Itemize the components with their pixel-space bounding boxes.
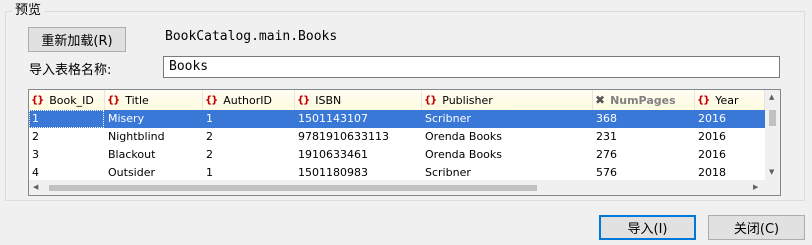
column-header-book-id[interactable]: {} Book_ID	[29, 90, 105, 110]
column-header-label: NumPages	[610, 93, 676, 107]
brace-icon: {}	[297, 94, 310, 106]
import-button[interactable]: 导入(I)	[599, 215, 696, 240]
close-button[interactable]: 关闭(C)	[708, 215, 805, 240]
column-header-label: Title	[125, 93, 149, 107]
preview-group-title: 预览	[12, 3, 45, 19]
brace-icon: {}	[31, 94, 44, 106]
cell-title[interactable]: Nightblind	[105, 128, 165, 146]
cell-book-id[interactable]: 2	[29, 128, 39, 146]
vertical-scroll-thumb[interactable]	[769, 110, 776, 126]
reload-button[interactable]: 重新加载(R)	[28, 27, 126, 52]
excluded-icon: ✖	[595, 93, 605, 107]
table-row[interactable]: 3 Blackout 2 1910633461 Orenda Books 276…	[29, 146, 765, 164]
column-header-label: Publisher	[442, 93, 493, 107]
preview-grid[interactable]: {} Book_ID {} Title {} AuthorID {} ISBN {} Pu…	[28, 89, 781, 196]
cell-author-id[interactable]: 2	[203, 128, 213, 146]
column-header-publisher[interactable]: {} Publisher	[422, 90, 593, 110]
cell-num-pages[interactable]: 276	[593, 146, 617, 164]
cell-isbn[interactable]: 9781910633113	[295, 128, 389, 146]
cell-year[interactable]: 2016	[695, 110, 726, 128]
cell-num-pages[interactable]: 368	[593, 110, 617, 128]
cell-author-id[interactable]: 1	[203, 110, 213, 128]
brace-icon: {}	[205, 94, 218, 106]
column-header-isbn[interactable]: {} ISBN	[295, 90, 422, 110]
column-header-label: AuthorID	[223, 93, 272, 107]
table-row[interactable]: 2 Nightblind 2 9781910633113 Orenda Book…	[29, 128, 765, 146]
scroll-left-icon[interactable]: ◀	[33, 183, 38, 191]
cell-title[interactable]: Blackout	[105, 146, 155, 164]
vertical-scrollbar[interactable]: ▲ ▼	[765, 90, 780, 180]
column-header-label: ISBN	[315, 93, 342, 107]
brace-icon: {}	[424, 94, 437, 106]
cell-num-pages[interactable]: 231	[593, 128, 617, 146]
scrollbar-corner	[765, 180, 780, 195]
cell-year[interactable]: 2016	[695, 128, 726, 146]
table-row[interactable]: 1 Misery 1 1501143107 Scribner 368 2016	[29, 110, 765, 128]
grid-header: {} Book_ID {} Title {} AuthorID {} ISBN {} Pu…	[29, 90, 765, 110]
cell-publisher[interactable]: Orenda Books	[422, 128, 502, 146]
cell-book-id[interactable]: 3	[29, 146, 39, 164]
cell-title[interactable]: Misery	[105, 110, 144, 128]
column-header-title[interactable]: {} Title	[105, 90, 203, 110]
scroll-down-icon[interactable]: ▼	[769, 168, 774, 176]
table-name-label: 导入表格名称:	[29, 63, 112, 78]
cell-isbn[interactable]: 1501143107	[295, 110, 368, 128]
brace-icon: {}	[107, 94, 120, 106]
cell-isbn[interactable]: 1910633461	[295, 146, 368, 164]
brace-icon: {}	[697, 94, 710, 106]
table-path-label: BookCatalog.main.Books	[165, 29, 338, 44]
horizontal-scrollbar[interactable]: ◀ ▶	[29, 180, 765, 195]
column-header-label: Year	[715, 93, 739, 107]
horizontal-scroll-thumb[interactable]	[49, 185, 537, 191]
cell-publisher[interactable]: Orenda Books	[422, 146, 502, 164]
table-name-input[interactable]: Books	[163, 56, 780, 78]
scroll-up-icon[interactable]: ▲	[769, 93, 774, 101]
column-header-year[interactable]: {} Year	[695, 90, 765, 110]
column-header-num-pages[interactable]: ✖ NumPages	[593, 90, 695, 110]
cell-year[interactable]: 2016	[695, 146, 726, 164]
column-header-author-id[interactable]: {} AuthorID	[203, 90, 295, 110]
scroll-right-icon[interactable]: ▶	[753, 183, 758, 191]
cell-publisher[interactable]: Scribner	[422, 110, 471, 128]
cell-book-id[interactable]: 1	[29, 110, 104, 128]
cell-author-id[interactable]: 2	[203, 146, 213, 164]
column-header-label: Book_ID	[49, 93, 94, 107]
